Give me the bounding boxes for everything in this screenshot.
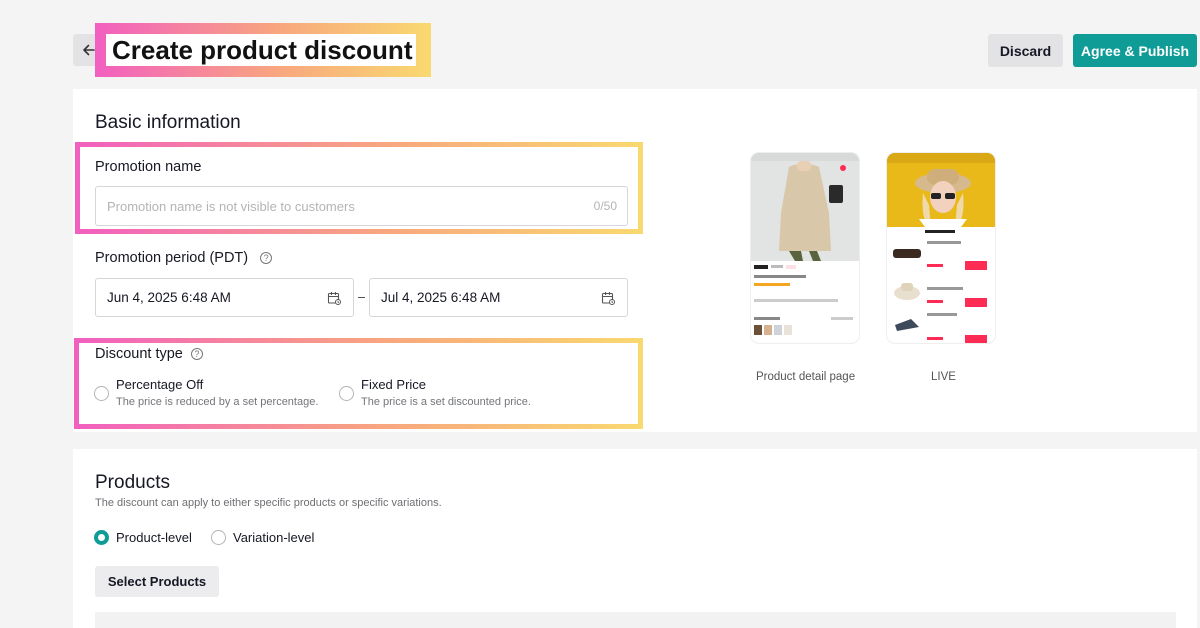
promotion-period-label: Promotion period (PDT) ? bbox=[95, 250, 273, 266]
select-products-button[interactable]: Select Products bbox=[95, 566, 219, 597]
promotion-period-label-text: Promotion period (PDT) bbox=[95, 250, 249, 266]
product-level-radio[interactable] bbox=[94, 530, 109, 545]
basic-information-title: Basic information bbox=[95, 112, 241, 133]
calendar-icon bbox=[601, 292, 615, 305]
start-date-input[interactable]: Jun 4, 2025 6:48 AM bbox=[95, 278, 354, 317]
live-mockup bbox=[887, 153, 995, 343]
fixed-price-title: Fixed Price bbox=[361, 377, 427, 392]
percentage-off-desc: The price is reduced by a set percentage… bbox=[116, 396, 319, 408]
fixed-price-desc: The price is a set discounted price. bbox=[361, 396, 531, 408]
arrow-left-icon bbox=[83, 44, 95, 56]
page-title: Create product discount bbox=[112, 35, 413, 65]
end-date-value: Jul 4, 2025 6:48 AM bbox=[381, 290, 501, 305]
promotion-name-input[interactable]: Promotion name is not visible to custome… bbox=[95, 186, 628, 226]
product-detail-caption: Product detail page bbox=[756, 371, 856, 383]
product-detail-preview-image bbox=[751, 153, 859, 343]
help-icon[interactable]: ? bbox=[190, 348, 203, 361]
help-icon[interactable]: ? bbox=[260, 252, 273, 265]
promotion-name-label: Promotion name bbox=[95, 159, 202, 175]
percentage-off-title: Percentage Off bbox=[116, 377, 204, 392]
live-caption: LIVE bbox=[931, 371, 956, 383]
agree-publish-button[interactable]: Agree & Publish bbox=[1073, 34, 1197, 67]
product-level-label[interactable]: Product-level bbox=[116, 530, 192, 545]
products-table-area bbox=[95, 612, 1176, 628]
products-description: The discount can apply to either specifi… bbox=[95, 497, 442, 509]
percentage-off-radio[interactable] bbox=[94, 386, 109, 401]
promotion-name-placeholder: Promotion name is not visible to custome… bbox=[107, 199, 355, 214]
date-range-separator bbox=[358, 297, 365, 298]
character-counter: 0/50 bbox=[593, 199, 617, 213]
discount-type-label: Discount type ? bbox=[95, 346, 203, 362]
variation-level-radio[interactable] bbox=[211, 530, 226, 545]
calendar-icon bbox=[327, 292, 341, 305]
variation-level-label[interactable]: Variation-level bbox=[233, 530, 314, 545]
live-preview-image bbox=[887, 153, 995, 343]
start-date-value: Jun 4, 2025 6:48 AM bbox=[107, 290, 231, 305]
discount-type-label-text: Discount type bbox=[95, 346, 183, 362]
products-title: Products bbox=[95, 472, 170, 493]
product-detail-mockup bbox=[751, 153, 859, 335]
fixed-price-radio[interactable] bbox=[339, 386, 354, 401]
discard-button[interactable]: Discard bbox=[988, 34, 1063, 67]
end-date-input[interactable]: Jul 4, 2025 6:48 AM bbox=[369, 278, 628, 317]
